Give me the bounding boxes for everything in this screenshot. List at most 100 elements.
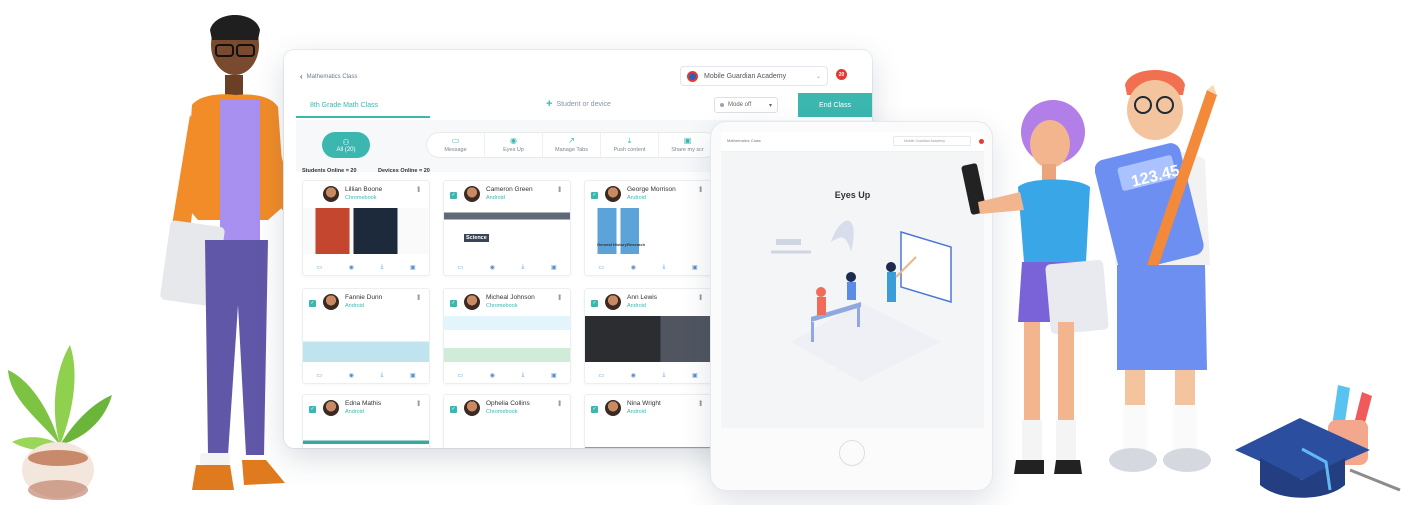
back-label: Mathematics Class: [306, 73, 358, 80]
eye-icon[interactable]: ◉: [490, 264, 495, 271]
message-icon[interactable]: ▭: [598, 372, 604, 379]
class-tab[interactable]: 8th Grade Math Class: [296, 94, 430, 118]
checkbox-checked[interactable]: ✓: [309, 300, 316, 307]
screen-thumbnail[interactable]: [303, 208, 429, 254]
tool-label: Push content: [613, 147, 646, 153]
avatar: [605, 400, 621, 416]
download-icon[interactable]: ⤓: [522, 264, 525, 271]
students-online-count: Students Online = 20: [302, 168, 357, 174]
checkbox-checked[interactable]: ✓: [591, 406, 598, 413]
card-header: ✓ Ann Lewis Android •••: [585, 289, 711, 315]
download-icon[interactable]: ⤓: [381, 372, 384, 379]
student-card[interactable]: Lillian Boone Chromebook ••• ▭ ◉ ⤓ ▣: [302, 180, 430, 276]
more-options-icon[interactable]: •••: [696, 186, 705, 191]
mode-select[interactable]: Mode off ▾: [714, 97, 778, 113]
screen-thumbnail[interactable]: [303, 316, 429, 362]
message-icon[interactable]: ▭: [457, 264, 463, 271]
video-icon[interactable]: ▣: [692, 264, 698, 271]
organization-select[interactable]: Mobile Guardian Academy ⌄: [680, 66, 828, 86]
eye-icon[interactable]: ◉: [631, 264, 636, 271]
push-content-button[interactable]: ⤓ Push content: [601, 133, 659, 157]
eye-icon[interactable]: ◉: [631, 372, 636, 379]
tablet-top-bar: Mathematics Class Mobile Guardian Academ…: [721, 132, 984, 152]
more-options-icon[interactable]: •••: [696, 400, 705, 405]
download-icon[interactable]: ⤓: [522, 372, 525, 379]
manage-tabs-button[interactable]: ↗ Manage Tabs: [543, 133, 601, 157]
message-icon[interactable]: ▭: [457, 372, 463, 379]
more-options-icon[interactable]: •••: [414, 400, 423, 405]
student-card[interactable]: ✓ Fannie Dunn Android ••• ▭ ◉ ⤓ ▣: [302, 288, 430, 384]
add-student-button[interactable]: + Student or device: [546, 99, 611, 110]
card-header: ✓ Micheal Johnson Chromebook •••: [444, 289, 570, 315]
video-icon[interactable]: ▣: [551, 372, 557, 379]
plant-illustration: [8, 345, 112, 500]
checkbox-checked[interactable]: ✓: [450, 192, 457, 199]
checkbox-checked[interactable]: ✓: [591, 192, 598, 199]
checkbox-checked[interactable]: ✓: [591, 300, 598, 307]
screen-thumbnail[interactable]: [585, 316, 711, 362]
notification-badge[interactable]: 20: [836, 69, 847, 80]
student-card[interactable]: ✓ Cameron Green Android ••• Science ▭ ◉ ⤓ ▣: [443, 180, 571, 276]
download-icon[interactable]: ⤓: [663, 264, 666, 271]
eyes-up-button[interactable]: ◉ Eyes Up: [485, 133, 543, 157]
screen-thumbnail[interactable]: [585, 422, 711, 448]
video-icon[interactable]: ▣: [551, 264, 557, 271]
thumbnail-text: Science: [464, 234, 489, 242]
message-icon[interactable]: ▭: [598, 264, 604, 271]
avatar: [464, 186, 480, 202]
student-card[interactable]: ✓ Micheal Johnson Chromebook ••• ▭ ◉ ⤓ ▣: [443, 288, 571, 384]
eye-icon[interactable]: ◉: [349, 372, 354, 379]
student-card[interactable]: ✓ Ann Lewis Android ••• ▭ ◉ ⤓ ▣: [584, 288, 712, 384]
student-name: Ann Lewis: [627, 294, 657, 301]
message-icon[interactable]: ▭: [316, 264, 322, 271]
checkbox-checked[interactable]: ✓: [450, 406, 457, 413]
student-card[interactable]: ✓ George Morrison Android ••• General Hi…: [584, 180, 712, 276]
eye-icon[interactable]: ◉: [349, 264, 354, 271]
student-name: Micheal Johnson: [486, 294, 535, 301]
video-icon[interactable]: ▣: [410, 264, 416, 271]
student-name: Nina Wright: [627, 400, 661, 407]
download-icon[interactable]: ⤓: [381, 264, 384, 271]
student-card[interactable]: ✓ Ophelia Collins Chromebook •••: [443, 394, 571, 448]
share-screen-button[interactable]: ▣ Share my scr: [659, 133, 717, 157]
more-options-icon[interactable]: •••: [696, 294, 705, 299]
home-button[interactable]: [839, 440, 865, 466]
message-icon[interactable]: ▭: [316, 372, 322, 379]
classroom-illustration: [771, 220, 952, 382]
more-options-icon[interactable]: •••: [555, 186, 564, 191]
screen-thumbnail[interactable]: General History Research: [585, 208, 711, 254]
student-card[interactable]: ✓ Edna Mathis Android •••: [302, 394, 430, 448]
tool-buttons: ▭ Message ◉ Eyes Up ↗ Manage Tabs ⤓ Push con…: [426, 132, 718, 158]
more-options-icon[interactable]: •••: [414, 294, 423, 299]
device-type: Android: [627, 409, 646, 415]
end-class-button[interactable]: End Class: [798, 93, 872, 117]
more-options-icon[interactable]: •••: [414, 186, 423, 191]
device-type: Chromebook: [486, 409, 518, 415]
more-options-icon[interactable]: •••: [555, 400, 564, 405]
student-card[interactable]: ✓ Nina Wright Android •••: [584, 394, 712, 448]
screen-thumbnail[interactable]: Science: [444, 208, 570, 254]
all-students-button[interactable]: ⚇ All (20): [322, 132, 370, 158]
tablet-screen: Mathematics Class Mobile Guardian Academ…: [721, 132, 984, 428]
eye-icon[interactable]: ◉: [490, 372, 495, 379]
avatar: [464, 294, 480, 310]
screen-thumbnail[interactable]: [444, 422, 570, 448]
more-options-icon[interactable]: •••: [555, 294, 564, 299]
student-name: Edna Mathis: [345, 400, 382, 407]
screen-thumbnail[interactable]: [303, 422, 429, 448]
device-type: Android: [345, 409, 364, 415]
student-boy-illustration: 123.45: [1095, 70, 1217, 472]
card-header: Lillian Boone Chromebook •••: [303, 181, 429, 207]
screen-thumbnail[interactable]: [444, 316, 570, 362]
card-header: ✓ Fannie Dunn Android •••: [303, 289, 429, 315]
video-icon[interactable]: ▣: [692, 372, 698, 379]
card-actions: ▭ ◉ ⤓ ▣: [444, 367, 570, 383]
back-link[interactable]: ‹ Mathematics Class: [300, 72, 357, 81]
checkbox-checked[interactable]: ✓: [309, 406, 316, 413]
download-icon[interactable]: ⤓: [663, 372, 666, 379]
message-button[interactable]: ▭ Message: [427, 133, 485, 157]
device-type: Android: [345, 303, 364, 309]
checkbox-checked[interactable]: ✓: [450, 300, 457, 307]
card-actions: ▭ ◉ ⤓ ▣: [303, 367, 429, 383]
video-icon[interactable]: ▣: [410, 372, 416, 379]
